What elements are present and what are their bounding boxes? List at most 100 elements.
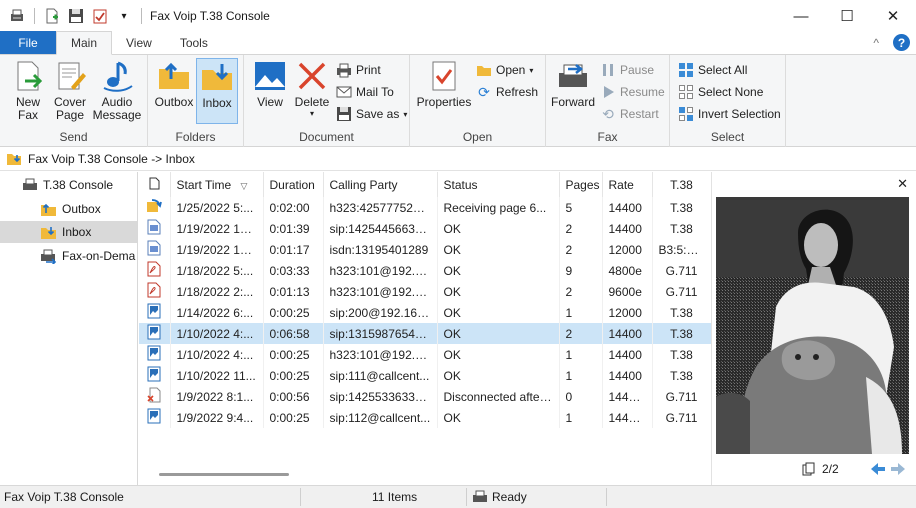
open-dropdown-icon[interactable]: ▾ [529, 66, 533, 75]
table-row[interactable]: 1/25/2022 5:... 0:02:00 h323:4257775222...… [139, 197, 711, 218]
cell-pages: 1 [559, 407, 603, 428]
save-as-button[interactable]: Save as ▾ [336, 104, 407, 124]
cell-t38: G.711 [652, 260, 711, 281]
sort-indicator-icon: ▽ [240, 180, 248, 191]
column-header-t38[interactable]: T.38 [652, 172, 711, 197]
mail-to-button[interactable]: Mail To [336, 82, 394, 102]
select-all-button[interactable]: Select All [678, 60, 747, 80]
tab-tools[interactable]: Tools [166, 31, 222, 54]
cell-duration: 0:01:17 [263, 239, 324, 260]
column-header-duration[interactable]: Duration [263, 172, 324, 197]
save-icon[interactable] [67, 7, 85, 25]
next-page-icon[interactable] [890, 462, 906, 476]
forward-button[interactable]: Forward [550, 59, 596, 109]
cell-rate: 14400 [602, 344, 653, 365]
column-header-calling-party[interactable]: Calling Party [323, 172, 438, 197]
table-row[interactable]: 1/19/2022 12... 0:01:17 isdn:13195401289 OK… [139, 239, 711, 260]
horizontal-scrollbar[interactable] [159, 473, 289, 476]
forward-fax-icon [559, 64, 587, 87]
resume-button[interactable]: Resume [600, 82, 665, 102]
help-icon[interactable]: ? [893, 34, 910, 51]
tree-item-inbox[interactable]: Inbox [0, 221, 137, 243]
properties-button[interactable]: Properties [416, 59, 472, 109]
cell-status: OK [437, 344, 560, 365]
refresh-icon: ⟳ [478, 83, 490, 100]
properties-icon[interactable] [91, 7, 109, 25]
cell-status: OK [437, 302, 560, 323]
cell-t38: G.711 [652, 281, 711, 302]
tree-item-fax-on-demand[interactable]: Fax-on-Dema [40, 245, 138, 267]
column-header-rate[interactable]: Rate [602, 172, 653, 197]
cell-duration: 0:03:33 [263, 260, 324, 281]
collapse-ribbon-icon[interactable]: ^ [873, 36, 879, 50]
pause-button[interactable]: Pause [600, 60, 654, 80]
group-folders-label: Folders [175, 130, 216, 144]
view-button[interactable]: View [250, 59, 290, 109]
cell-pages: 2 [559, 323, 603, 344]
cell-status: OK [437, 218, 560, 239]
status-state: Ready [472, 490, 527, 504]
restart-button[interactable]: ⟲ Restart [600, 104, 659, 124]
tree-item-outbox[interactable]: Outbox [40, 198, 138, 220]
status-separator [606, 488, 607, 506]
previous-page-icon[interactable] [870, 462, 886, 476]
tab-view[interactable]: View [112, 31, 166, 54]
customize-dropdown-icon[interactable]: ▾ [115, 7, 133, 25]
group-select-label: Select [710, 130, 745, 144]
close-button[interactable]: ✕ [870, 0, 916, 32]
cell-rate: 14400 [602, 218, 653, 239]
delete-label: Delete [294, 95, 330, 109]
cell-start-time: 1/10/2022 4:... [170, 344, 264, 365]
minimize-button[interactable]: — [778, 0, 824, 32]
folder-icon [7, 153, 21, 165]
failed-fax-icon [139, 386, 171, 407]
new-fax-button[interactable]: New Fax [8, 59, 48, 122]
cell-pages: 0 [559, 386, 603, 407]
pause-label: Pause [620, 63, 655, 77]
table-row[interactable]: 1/10/2022 11... 0:00:25 sip:111@callcent..… [139, 365, 711, 386]
open-button[interactable]: Open ▾ [476, 60, 533, 80]
inbox-label: Inbox [202, 96, 232, 110]
table-row[interactable]: 1/10/2022 4:... 0:06:58 sip:13159876543...… [139, 323, 711, 344]
cell-duration: 0:00:25 [263, 344, 324, 365]
table-row[interactable]: 1/10/2022 4:... 0:00:25 h323:101@192.16...… [139, 344, 711, 365]
tab-main[interactable]: Main [56, 31, 113, 55]
outbox-button[interactable]: Outbox [152, 59, 196, 109]
table-row[interactable]: 1/18/2022 2:... 0:01:13 h323:101@192.16...… [139, 281, 711, 302]
ribbon-tabs-right: ^ ? [873, 34, 910, 51]
preview-pane: ✕ 2/2 [711, 172, 916, 485]
column-header-pages[interactable]: Pages [559, 172, 603, 197]
table-row[interactable]: 1/19/2022 12... 0:01:39 sip:14254456633...… [139, 218, 711, 239]
close-preview-button[interactable]: ✕ [897, 176, 908, 192]
select-none-button[interactable]: Select None [678, 82, 763, 102]
mail-icon [336, 84, 352, 100]
table-row[interactable]: 1/9/2022 8:1... 0:00:56 sip:14255336330...… [139, 386, 711, 407]
cell-pages: 9 [559, 260, 603, 281]
table-row[interactable]: 1/14/2022 6:... 0:00:25 sip:200@192.168...… [139, 302, 711, 323]
tree-item-t38-console[interactable]: T.38 Console [22, 174, 138, 196]
column-header-status[interactable]: Status [437, 172, 560, 197]
column-header-type[interactable] [139, 172, 171, 197]
forward-label: Forward [550, 95, 595, 109]
fax-machine-icon[interactable] [8, 7, 26, 25]
tab-file[interactable]: File [0, 31, 56, 54]
refresh-button[interactable]: ⟳ Refresh [476, 82, 538, 102]
table-row[interactable]: 1/18/2022 5:... 0:03:33 h323:101@192.16...… [139, 260, 711, 281]
cell-start-time: 1/25/2022 5:... [170, 197, 264, 218]
new-document-icon[interactable] [43, 7, 61, 25]
message-table: Start Time ▽ Duration Calling Party Stat… [139, 172, 711, 428]
group-folders: Outbox Inbox Folders [148, 55, 244, 147]
toolbar-separator [34, 8, 35, 24]
delete-button[interactable]: Delete ▾ [292, 59, 332, 118]
inbox-button[interactable]: Inbox [196, 58, 238, 124]
audio-message-button[interactable]: Audio Message [92, 59, 142, 122]
cell-pages: 1 [559, 344, 603, 365]
delete-dropdown-icon[interactable]: ▾ [310, 109, 314, 118]
column-header-start-time[interactable]: Start Time ▽ [170, 172, 264, 197]
table-row[interactable]: 1/9/2022 9:4... 0:00:25 sip:112@callcent..… [139, 407, 711, 428]
save-as-dropdown-icon[interactable]: ▾ [403, 110, 407, 119]
print-button[interactable]: Print [336, 60, 381, 80]
maximize-button[interactable]: ☐ [824, 0, 870, 32]
invert-selection-button[interactable]: Invert Selection [678, 104, 781, 124]
cover-page-button[interactable]: Cover Page [50, 59, 90, 122]
